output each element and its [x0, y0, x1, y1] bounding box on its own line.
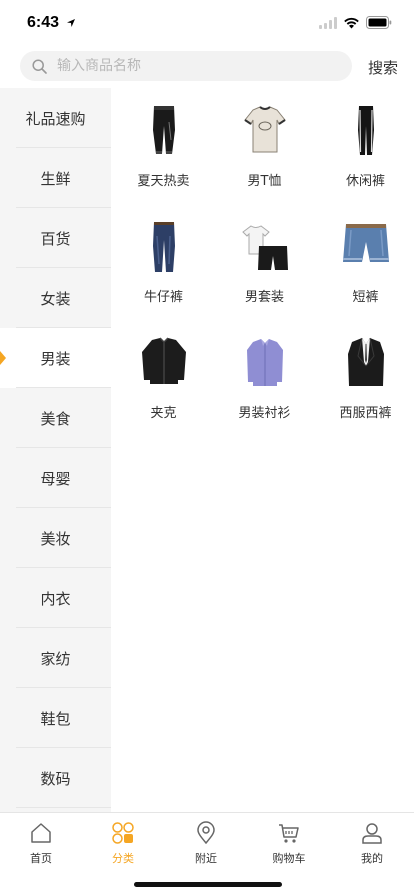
- home-indicator: [134, 882, 282, 887]
- dress-shirt-icon: [246, 339, 283, 386]
- sidebar-item-fresh[interactable]: 生鲜: [0, 148, 111, 208]
- product-mens-tshirt[interactable]: 男T恤: [214, 88, 315, 204]
- tab-label: 我的: [361, 852, 383, 865]
- sidebar-item-baby[interactable]: 母婴: [0, 448, 111, 508]
- location-arrow-icon: [67, 19, 75, 27]
- category-icon: [112, 822, 134, 844]
- product-mens-shirt[interactable]: 男装衬衫: [214, 320, 315, 436]
- product-mens-set[interactable]: 男套装: [214, 204, 315, 320]
- wifi-icon: [344, 17, 359, 28]
- leather-jacket-icon: [141, 337, 186, 384]
- sidebar-item-womens[interactable]: 女装: [0, 268, 111, 328]
- denim-shorts-icon: [342, 224, 389, 262]
- sidebar-item-label: 鞋包: [40, 709, 71, 728]
- tab-home[interactable]: 首页: [0, 821, 82, 866]
- sidebar-item-underwear[interactable]: 内衣: [0, 568, 111, 628]
- product-summer-hot[interactable]: 夏天热卖: [113, 88, 214, 204]
- search-input[interactable]: [57, 58, 327, 74]
- sidebar-item-food[interactable]: 美食: [0, 388, 111, 448]
- tab-label: 购物车: [272, 852, 306, 865]
- product-shorts[interactable]: 短裤: [315, 204, 414, 320]
- shirt-shorts-set-icon: [241, 225, 288, 270]
- black-joggers-icon: [152, 106, 175, 154]
- sidebar-item-label: 生鲜: [40, 169, 71, 188]
- product-label: 夏天热卖: [137, 174, 190, 189]
- home-icon: [31, 823, 51, 843]
- product-label: 男套装: [244, 290, 284, 305]
- tab-label: 附近: [195, 852, 217, 865]
- product-jeans[interactable]: 牛仔裤: [113, 204, 214, 320]
- sidebar-item-label: 内衣: [40, 589, 71, 608]
- sidebar-item-label: 百货: [40, 229, 71, 248]
- status-bar: 6:43: [0, 0, 414, 44]
- product-label: 男装衬衫: [238, 406, 291, 421]
- sidebar-item-label: 母婴: [40, 469, 71, 488]
- search-row: 搜索: [0, 44, 414, 88]
- tab-cart[interactable]: 购物车: [248, 821, 330, 866]
- battery-icon: [366, 16, 392, 29]
- search-icon: [32, 58, 47, 74]
- sidebar-item-label: 礼品速购: [25, 109, 86, 128]
- product-label: 西服西裤: [339, 406, 392, 421]
- sidebar-item-digital[interactable]: 数码: [0, 748, 111, 808]
- product-casual-pants[interactable]: 休闲裤: [315, 88, 414, 204]
- product-suit[interactable]: 西服西裤: [315, 320, 414, 436]
- product-label: 牛仔裤: [143, 290, 183, 305]
- sidebar-item-label: 美妆: [40, 529, 71, 548]
- product-label: 夹克: [150, 406, 177, 421]
- tab-label: 首页: [30, 852, 52, 865]
- status-time: 6:43: [27, 14, 60, 31]
- sidebar-item-home-textile[interactable]: 家纺: [0, 628, 111, 688]
- tab-category[interactable]: 分类: [82, 821, 164, 866]
- product-jacket[interactable]: 夹克: [113, 320, 214, 436]
- white-tshirt-icon: [243, 106, 286, 153]
- sidebar-item-mens[interactable]: 男装: [0, 328, 111, 388]
- sidebar-item-label: 女装: [40, 289, 71, 308]
- user-icon: [362, 823, 382, 844]
- location-pin-icon: [197, 821, 215, 845]
- signal-icon: [319, 16, 337, 29]
- sidebar-item-label: 数码: [40, 769, 71, 788]
- tab-nearby[interactable]: 附近: [165, 821, 247, 866]
- track-pants-icon: [357, 106, 374, 155]
- status-indicators: [319, 16, 392, 29]
- product-label: 短裤: [352, 290, 379, 305]
- jeans-icon: [152, 222, 175, 272]
- tab-label: 分类: [112, 852, 134, 865]
- category-sidebar: 礼品速购 生鲜 百货 女装 男装 美食 母婴 美妆 内衣 家纺 鞋包 数码: [0, 88, 111, 812]
- tab-me[interactable]: 我的: [331, 821, 413, 866]
- sidebar-item-label: 美食: [40, 409, 71, 428]
- sidebar-item-label: 家纺: [40, 649, 71, 668]
- suit-icon: [347, 337, 384, 386]
- sidebar-item-gift[interactable]: 礼品速购: [0, 88, 111, 148]
- cart-icon: [279, 824, 299, 843]
- product-label: 男T恤: [247, 174, 282, 189]
- search-button[interactable]: 搜索: [368, 57, 398, 78]
- sidebar-item-label: 男装: [40, 349, 71, 368]
- product-label: 休闲裤: [345, 174, 385, 189]
- search-box[interactable]: [20, 51, 352, 81]
- sidebar-item-shoes-bags[interactable]: 鞋包: [0, 688, 111, 748]
- sidebar-item-beauty[interactable]: 美妆: [0, 508, 111, 568]
- sidebar-item-general[interactable]: 百货: [0, 208, 111, 268]
